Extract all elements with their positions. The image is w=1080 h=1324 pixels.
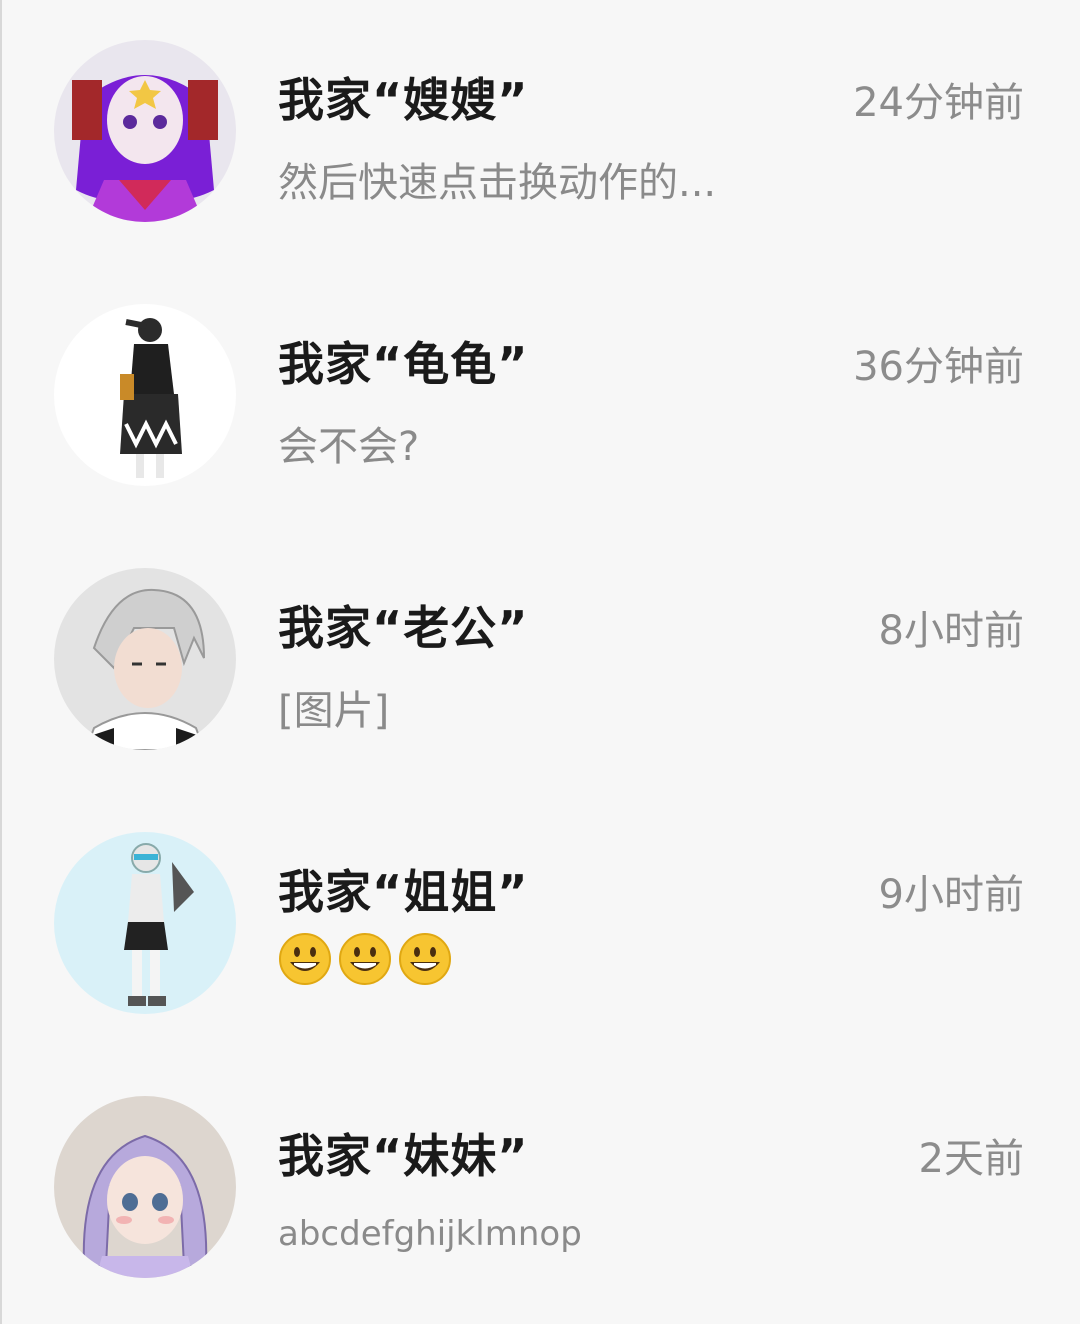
message-preview: 然后快速点击换动作的... [278,160,717,206]
chat-item-guigui[interactable]: 我家“龟龟” 36分钟前 会不会? [0,264,1080,528]
contact-name: 我家“老公” [278,601,529,655]
chat-item-meimei[interactable]: 我家“妹妹” 2天前 abcdefghijklmnop [0,1056,1080,1320]
timestamp: 8小时前 [878,608,1024,654]
contact-name: 我家“嫂嫂” [278,73,529,127]
contact-name: 我家“妹妹” [278,1129,529,1183]
chat-list: 我家“嫂嫂” 24分钟前 然后快速点击换动作的... 我家“龟龟” 36分钟前 … [0,0,1080,1324]
timestamp: 24分钟前 [853,80,1024,126]
chat-item-laogong[interactable]: 我家“老公” 8小时前 [图片] [0,528,1080,792]
avatar[interactable] [54,40,236,222]
grinning-face-icon [339,933,391,985]
timestamp: 9小时前 [878,872,1024,918]
message-preview: [图片] [278,688,390,734]
message-preview: abcdefghijklmnop [278,1214,582,1254]
contact-name: 我家“姐姐” [278,865,529,919]
timestamp: 2天前 [918,1136,1024,1182]
chat-item-jiejie[interactable]: 我家“姐姐” 9小时前 [0,792,1080,1056]
emoji-preview [278,932,452,986]
avatar[interactable] [54,1096,236,1278]
contact-name: 我家“龟龟” [278,337,529,391]
timestamp: 36分钟前 [853,344,1024,390]
avatar[interactable] [54,568,236,750]
avatar[interactable] [54,304,236,486]
chat-item-saosao[interactable]: 我家“嫂嫂” 24分钟前 然后快速点击换动作的... [0,0,1080,264]
grinning-face-icon [399,933,451,985]
message-preview: 会不会? [278,424,420,470]
grinning-face-icon [279,933,331,985]
avatar[interactable] [54,832,236,1014]
